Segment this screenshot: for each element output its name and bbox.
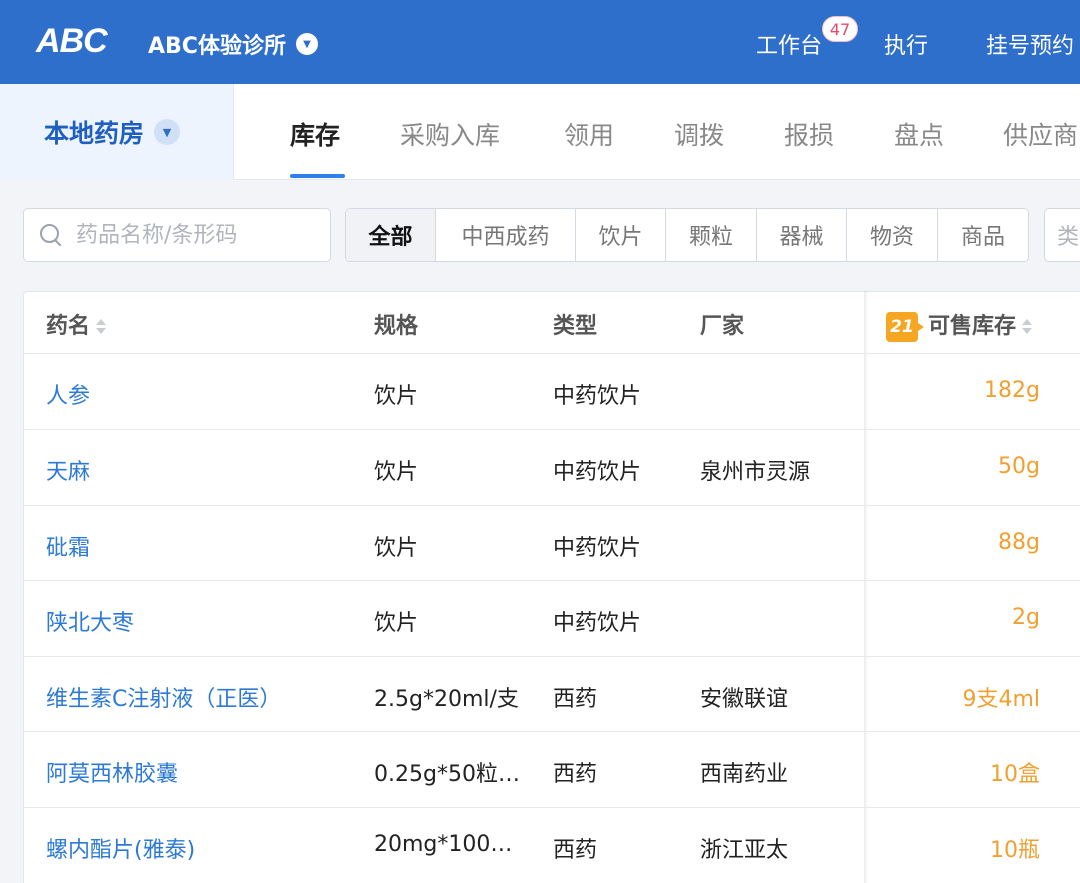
- drug-type: 中药饮片: [553, 460, 642, 485]
- tab-inventory[interactable]: 库存: [290, 116, 340, 152]
- sort-icon[interactable]: [1022, 317, 1033, 337]
- column-header-manufacturer: 厂家: [700, 314, 745, 339]
- filter-decoction-pieces[interactable]: 饮片: [576, 209, 666, 261]
- tab-purchase-inbound[interactable]: 采购入库: [400, 116, 500, 152]
- pharmacy-subheader: 本地药房 ▼ 库存 采购入库 领用 调拨 报损 盘点 供应商: [0, 84, 1080, 180]
- column-header-name[interactable]: 药名: [46, 308, 107, 340]
- tab-requisition[interactable]: 领用: [564, 116, 614, 152]
- tab-loss-report[interactable]: 报损: [784, 116, 834, 152]
- active-tab-indicator: [290, 174, 345, 178]
- available-stock: 2g: [1012, 605, 1040, 630]
- drug-spec: 20mg*100…: [374, 832, 513, 857]
- notification-badge: 47: [822, 16, 858, 42]
- drug-spec: 饮片: [374, 611, 419, 636]
- drug-type: 西药: [553, 762, 598, 787]
- drug-type: 中药饮片: [553, 536, 642, 561]
- chevron-down-icon: ▼: [154, 119, 181, 145]
- table-row[interactable]: 螺内酯片(雅泰) 20mg*100… 西药 浙江亚太 10瓶: [24, 808, 1080, 883]
- column-header-stock[interactable]: 21 可售库存: [886, 308, 1033, 342]
- drug-name-link[interactable]: 维生素C注射液（正医）: [46, 681, 281, 713]
- drug-spec: 饮片: [374, 460, 419, 485]
- tab-stocktake[interactable]: 盘点: [894, 116, 944, 152]
- drug-name-link[interactable]: 砒霜: [46, 530, 90, 562]
- pharmacy-name: 本地药房: [44, 119, 145, 148]
- drug-manufacturer: 泉州市灵源: [700, 460, 811, 485]
- type-filter-select[interactable]: 类: [1044, 208, 1080, 262]
- tab-supplier[interactable]: 供应商: [1003, 116, 1078, 152]
- drug-manufacturer: 浙江亚太: [700, 838, 789, 863]
- drug-name-link[interactable]: 人参: [46, 378, 90, 410]
- drug-type: 中药饮片: [553, 611, 642, 636]
- filter-all[interactable]: 全部: [346, 209, 436, 261]
- clinic-switcher[interactable]: ABC体验诊所 ▼: [148, 28, 318, 60]
- drug-spec: 0.25g*50粒…: [374, 762, 520, 787]
- table-row[interactable]: 天麻 饮片 中药饮片 泉州市灵源 50g: [24, 430, 1080, 506]
- table-row[interactable]: 阿莫西林胶囊 0.25g*50粒… 西药 西南药业 10盒: [24, 732, 1080, 808]
- column-header-type: 类型: [553, 314, 598, 339]
- available-stock: 9支4ml: [962, 687, 1040, 712]
- nav-workbench[interactable]: 工作台: [756, 28, 822, 60]
- drug-spec: 饮片: [374, 384, 419, 409]
- drug-spec: 饮片: [374, 536, 419, 561]
- filter-supplies[interactable]: 物资: [847, 209, 938, 261]
- drug-search-box[interactable]: [23, 208, 331, 262]
- drug-name-link[interactable]: 天麻: [46, 454, 90, 486]
- drug-search-input[interactable]: [76, 222, 306, 248]
- drug-manufacturer: 西南药业: [700, 762, 789, 787]
- drug-type: 中药饮片: [553, 384, 642, 409]
- drug-spec: 2.5g*20ml/支: [374, 687, 519, 712]
- stock-alert-badge[interactable]: 21: [886, 312, 924, 342]
- category-filter: 全部 中西成药 饮片 颗粒 器械 物资 商品: [345, 208, 1029, 262]
- tab-transfer[interactable]: 调拨: [674, 116, 724, 152]
- drug-name-link[interactable]: 螺内酯片(雅泰): [46, 832, 195, 864]
- available-stock: 50g: [998, 454, 1040, 479]
- drug-type: 西药: [553, 687, 598, 712]
- table-row[interactable]: 人参 饮片 中药饮片 182g: [24, 354, 1080, 430]
- search-icon: [38, 222, 64, 248]
- chevron-down-icon: ▼: [295, 33, 318, 55]
- column-header-spec: 规格: [374, 314, 419, 339]
- available-stock: 10瓶: [990, 838, 1040, 863]
- filter-goods[interactable]: 商品: [938, 209, 1028, 261]
- abc-logo[interactable]: ABC: [36, 22, 108, 61]
- filter-patent-medicine[interactable]: 中西成药: [436, 209, 576, 261]
- drug-name-link[interactable]: 阿莫西林胶囊: [46, 756, 178, 788]
- nav-execute[interactable]: 执行: [884, 28, 928, 60]
- drug-type: 西药: [553, 838, 598, 863]
- drug-name-link[interactable]: 陕北大枣: [46, 605, 134, 637]
- nav-appointment[interactable]: 挂号预约: [986, 28, 1074, 60]
- available-stock: 10盒: [990, 762, 1040, 787]
- available-stock: 182g: [984, 378, 1040, 403]
- table-header-row: 药名 规格 类型 厂家 21 可售库存: [24, 292, 1080, 354]
- table-row[interactable]: 陕北大枣 饮片 中药饮片 2g: [24, 581, 1080, 657]
- clinic-name: ABC体验诊所: [148, 34, 286, 59]
- pharmacy-switcher[interactable]: 本地药房 ▼: [0, 84, 234, 180]
- top-navigation-bar: ABC ABC体验诊所 ▼ 工作台 47 执行 挂号预约: [0, 0, 1080, 84]
- filter-devices[interactable]: 器械: [757, 209, 847, 261]
- table-row[interactable]: 砒霜 饮片 中药饮片 88g: [24, 506, 1080, 581]
- table-row[interactable]: 维生素C注射液（正医） 2.5g*20ml/支 西药 安徽联谊 9支4ml: [24, 657, 1080, 732]
- sort-icon[interactable]: [96, 317, 107, 337]
- filter-granules[interactable]: 颗粒: [666, 209, 757, 261]
- drug-manufacturer: 安徽联谊: [700, 687, 789, 712]
- available-stock: 88g: [998, 530, 1040, 555]
